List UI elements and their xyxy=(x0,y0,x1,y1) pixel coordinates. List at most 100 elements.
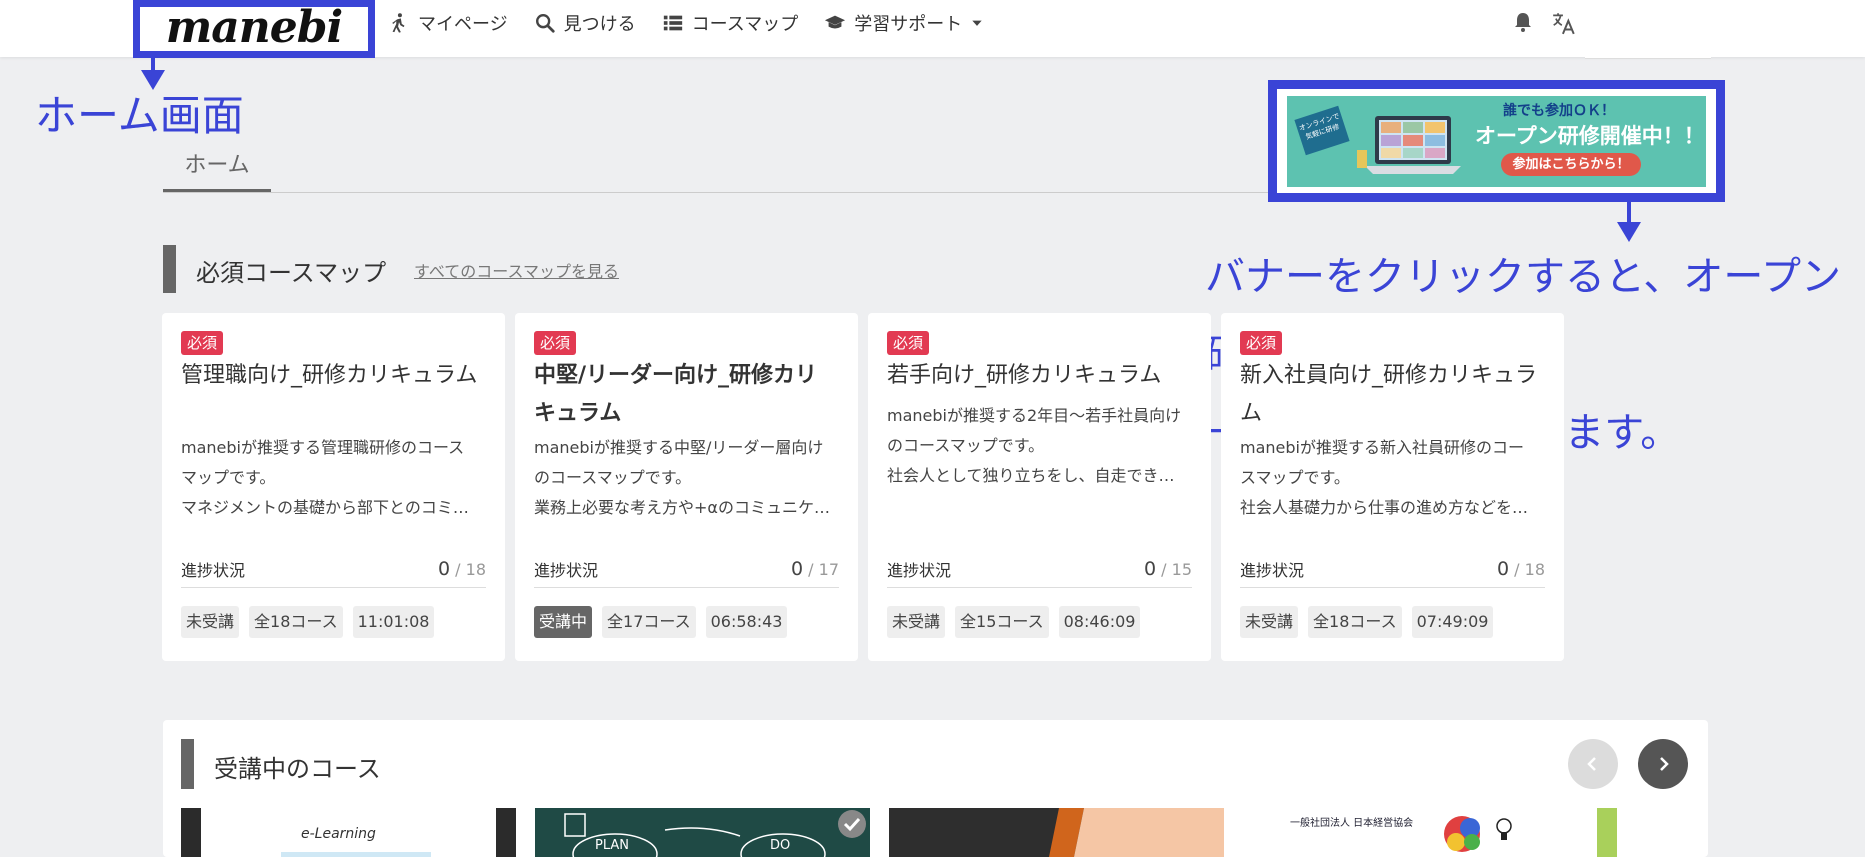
course-thumbnail[interactable]: PLAN DO xyxy=(535,808,870,857)
banner-join-button[interactable]: 参加はこちらから！ xyxy=(1501,153,1641,176)
banner-online-tag: オンラインで 気軽に研修 xyxy=(1294,105,1350,156)
caret-down-icon xyxy=(972,20,982,26)
card-title[interactable]: 新入社員向け_研修カリキュラム xyxy=(1240,357,1545,433)
coursemap-card[interactable]: 必須 管理職向け_研修カリキュラム manebiが推奨する管理職研修のコース マ… xyxy=(162,313,505,661)
card-chips: 受講中 全17コース 06:58:43 xyxy=(534,606,788,638)
coursemap-card[interactable]: 必須 中堅/リーダー向け_研修カリキュラム manebiが推奨する中堅/リーダー… xyxy=(515,313,858,661)
progress-done: 0 xyxy=(790,558,804,580)
card-desc-line: manebiが推奨する中堅/リーダー層向け xyxy=(534,438,824,457)
thumb-edge xyxy=(496,808,516,857)
coursemap-card[interactable]: 必須 若手向け_研修カリキュラム manebiが推奨する2年目〜若手社員向け の… xyxy=(868,313,1211,661)
logo-highlight-box[interactable]: manebi xyxy=(133,0,375,58)
thumb-edge xyxy=(181,808,201,857)
course-thumbnail[interactable] xyxy=(889,808,1224,857)
main-nav: マイページ 見つける コースマップ 学習サポート xyxy=(388,0,984,46)
carousel-next-button[interactable] xyxy=(1638,739,1688,789)
banner-title: オープン研修開催中！！ xyxy=(1475,124,1705,148)
card-description: manebiが推奨する中堅/リーダー層向け のコースマップです。 業務上必要な考… xyxy=(534,433,839,523)
thumb-stripe xyxy=(281,852,431,857)
progress-label: 進捗状況 xyxy=(887,561,952,580)
progress-row: 進捗状況 0 / 18 xyxy=(1240,551,1545,588)
all-coursemaps-link[interactable]: すべてのコースマップを見る xyxy=(414,258,619,282)
translate-icon[interactable] xyxy=(1551,10,1577,36)
course-count-chip: 全17コース xyxy=(602,606,696,638)
course-thumbnail[interactable]: 一般社団法人 日本経営協会 xyxy=(1242,808,1577,857)
nav-coursemap-label: コースマップ xyxy=(691,14,799,35)
required-badge: 必須 xyxy=(887,331,930,355)
ongoing-courses-title: 受講中のコース xyxy=(214,755,381,783)
card-desc-line: マップです。 xyxy=(181,468,276,487)
card-desc-line: 業務上必要な考え方や+αのコミュニケ… xyxy=(534,498,830,517)
progress-done: 0 xyxy=(1496,558,1510,580)
card-title[interactable]: 管理職向け_研修カリキュラム xyxy=(181,357,486,433)
carousel-prev-button[interactable] xyxy=(1568,739,1618,789)
card-desc-line: manebiが推奨する新入社員研修のコー xyxy=(1240,438,1524,457)
required-badge: 必須 xyxy=(1240,331,1283,355)
status-chip: 未受講 xyxy=(181,606,240,638)
card-description: manebiが推奨する管理職研修のコース マップです。 マネジメントの基礎から部… xyxy=(181,433,486,523)
progress-label: 進捗状況 xyxy=(1240,561,1305,580)
duration-chip: 07:49:09 xyxy=(1411,606,1494,638)
duration-chip: 06:58:43 xyxy=(705,606,788,638)
nav-mypage[interactable]: マイページ xyxy=(388,10,508,36)
bell-icon[interactable] xyxy=(1511,10,1535,34)
progress-total: / 18 xyxy=(1514,560,1545,579)
banner-highlight-box: オンラインで 気軽に研修 誰でも参加ＯＫ！ オープン研修開催中！！ 参加はこちら… xyxy=(1268,80,1725,202)
card-desc-line: manebiが推奨する2年目〜若手社員向け xyxy=(887,406,1182,425)
puzzle-lightbulb-illustration xyxy=(1444,816,1512,852)
status-chip: 未受講 xyxy=(887,606,946,638)
card-desc-line: マネジメントの基礎から部下とのコミ… xyxy=(181,498,469,517)
nav-coursemap[interactable]: コースマップ xyxy=(662,10,799,36)
list-icon xyxy=(663,15,682,31)
card-desc-line: スマップです。 xyxy=(1240,468,1350,487)
graduation-cap-icon xyxy=(825,15,846,29)
section-accent-bar xyxy=(181,739,194,789)
required-badge: 必須 xyxy=(534,331,577,355)
nav-learning-support[interactable]: 学習サポート xyxy=(824,10,984,36)
progress-row: 進捗状況 0 / 18 xyxy=(181,551,486,588)
progress-done: 0 xyxy=(437,558,451,580)
required-coursemap-title: 必須コースマップ xyxy=(196,259,387,287)
user-menu-area[interactable] xyxy=(1585,0,1711,59)
card-title[interactable]: 若手向け_研修カリキュラム xyxy=(887,357,1192,395)
course-thumbnail-partial[interactable] xyxy=(1597,808,1617,857)
manebi-logo[interactable]: manebi xyxy=(166,2,344,53)
thumb-graphic xyxy=(1049,808,1224,857)
open-training-banner[interactable]: オンラインで 気軽に研修 誰でも参加ＯＫ！ オープン研修開催中！！ 参加はこちら… xyxy=(1287,96,1706,187)
thumb-org-text: 一般社団法人 日本経営協会 xyxy=(1290,818,1414,829)
status-chip: 受講中 xyxy=(534,606,593,638)
card-desc-line: manebiが推奨する管理職研修のコース xyxy=(181,438,465,457)
nav-find[interactable]: 見つける xyxy=(534,10,636,36)
course-count-chip: 全18コース xyxy=(249,606,343,638)
banner-subtitle: 誰でも参加ＯＫ！ xyxy=(1503,103,1615,119)
card-description: manebiが推奨する新入社員研修のコー スマップです。 社会人基礎力から仕事の… xyxy=(1240,433,1545,523)
nav-find-label: 見つける xyxy=(563,14,636,35)
duration-chip: 11:01:08 xyxy=(352,606,435,638)
card-chips: 未受講 全15コース 08:46:09 xyxy=(887,606,1141,638)
card-title[interactable]: 中堅/リーダー向け_研修カリキュラム xyxy=(534,357,839,433)
course-count-chip: 全15コース xyxy=(955,606,1049,638)
coursemap-card[interactable]: 必須 新入社員向け_研修カリキュラム manebiが推奨する新入社員研修のコー … xyxy=(1221,313,1564,661)
nav-mypage-label: マイページ xyxy=(418,14,508,35)
thumb-elearning-text: e-Learning xyxy=(301,826,376,842)
card-chips: 未受講 全18コース 11:01:08 xyxy=(181,606,435,638)
tab-home[interactable]: ホーム xyxy=(163,150,271,192)
progress-total: / 15 xyxy=(1161,560,1192,579)
course-count-chip: 全18コース xyxy=(1308,606,1402,638)
card-desc-line: 社会人として独り立ちをし、自走でき… xyxy=(887,466,1175,485)
nav-learning-support-label: 学習サポート xyxy=(854,14,963,35)
progress-label: 進捗状況 xyxy=(534,561,599,580)
search-icon xyxy=(535,14,555,33)
card-description: manebiが推奨する2年目〜若手社員向け のコースマップです。 社会人として独… xyxy=(887,401,1192,491)
chevron-left-icon xyxy=(1587,757,1596,771)
thumb-diagram-lines xyxy=(564,813,826,857)
course-thumbnail[interactable]: e-Learning xyxy=(181,808,516,857)
completed-check-icon xyxy=(838,810,866,838)
home-screen-annotation: ホーム画面 xyxy=(35,91,244,140)
section-accent-bar xyxy=(163,245,176,293)
walking-person-icon xyxy=(392,13,405,33)
laptop-video-call-illustration xyxy=(1357,116,1461,174)
card-desc-line: 社会人基礎力から仕事の進め方などを… xyxy=(1240,498,1529,517)
duration-chip: 08:46:09 xyxy=(1058,606,1141,638)
progress-row: 進捗状況 0 / 15 xyxy=(887,551,1192,588)
